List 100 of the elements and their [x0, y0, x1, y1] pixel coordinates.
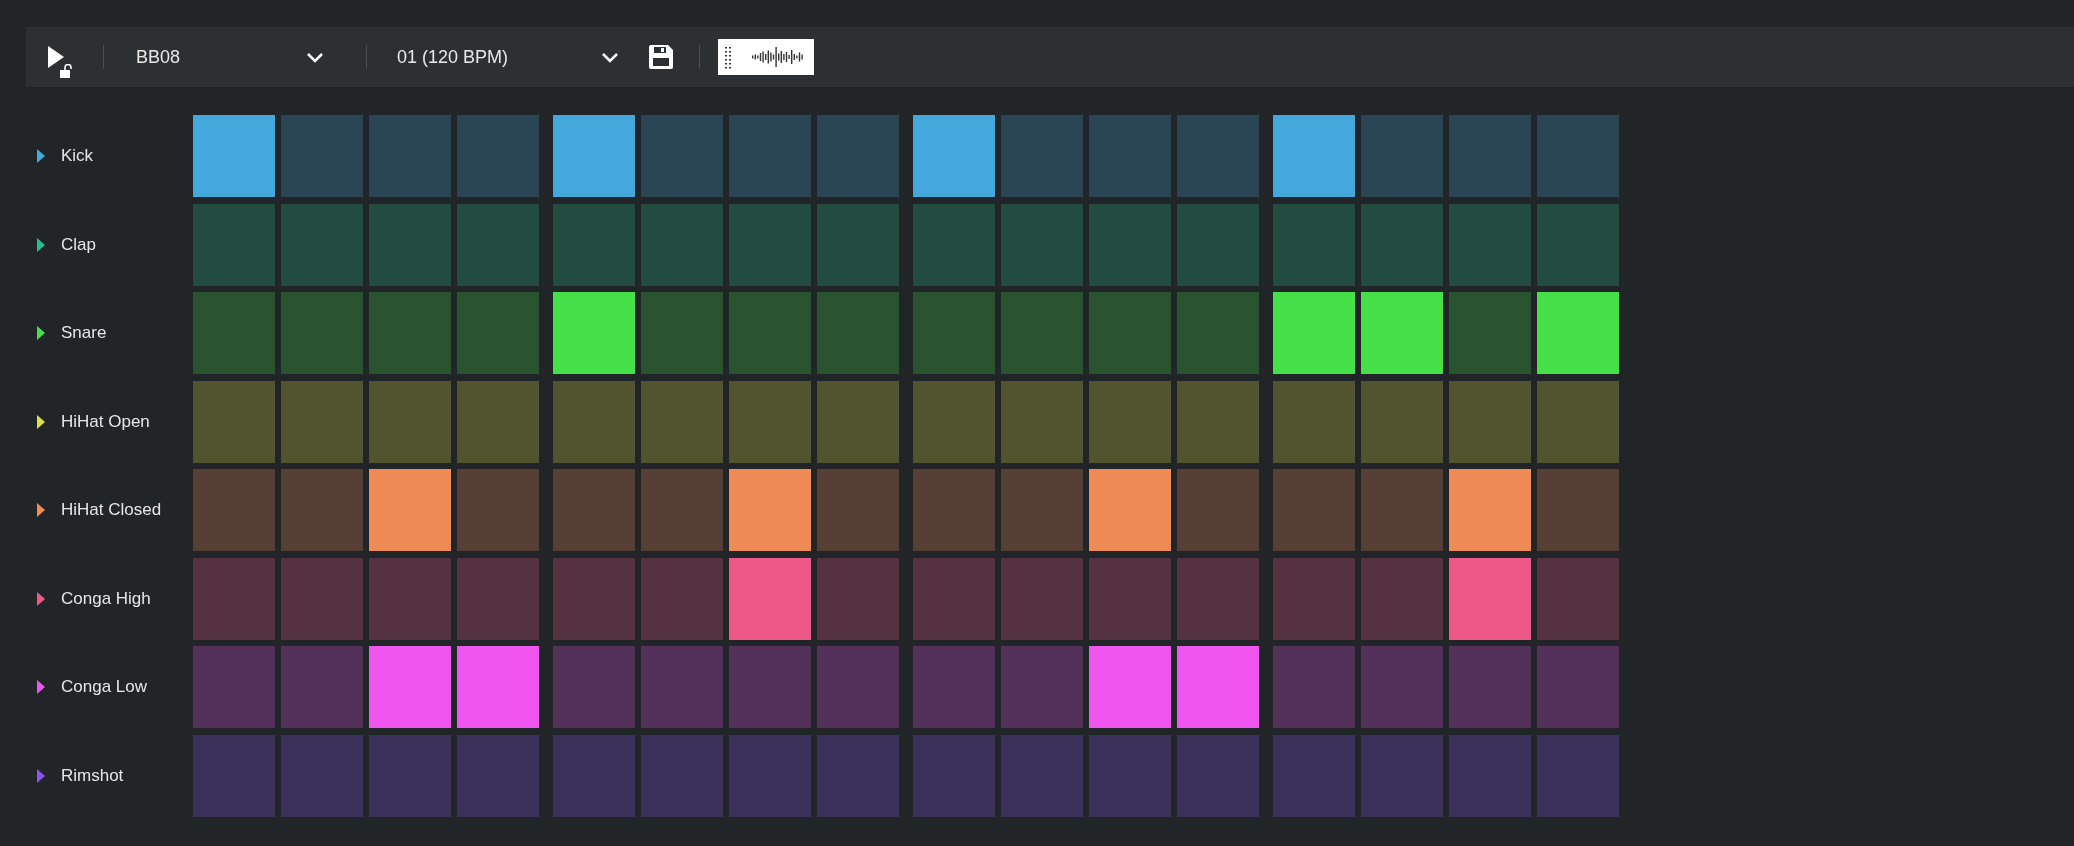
step-pad[interactable]: [641, 203, 723, 286]
step-pad[interactable]: [913, 734, 995, 817]
step-pad[interactable]: [817, 115, 899, 197]
step-pad[interactable]: [913, 292, 995, 374]
step-pad[interactable]: [913, 469, 995, 551]
active-step-pad[interactable]: [1449, 469, 1531, 551]
track-triangle-icon[interactable]: [37, 414, 45, 429]
active-step-pad[interactable]: [1273, 292, 1355, 374]
step-pad[interactable]: [457, 203, 539, 286]
track-triangle-icon[interactable]: [37, 326, 45, 340]
track-triangle-icon[interactable]: [37, 503, 45, 517]
step-pad[interactable]: [641, 734, 723, 817]
step-pad[interactable]: [1089, 115, 1171, 197]
step-pad[interactable]: [1089, 557, 1171, 640]
step-pad[interactable]: [1361, 557, 1443, 640]
step-pad[interactable]: [817, 469, 899, 551]
step-pad[interactable]: [1089, 380, 1171, 463]
waveform-button[interactable]: [718, 39, 814, 75]
step-pad[interactable]: [369, 292, 451, 374]
step-pad[interactable]: [1177, 557, 1259, 640]
step-pad[interactable]: [1001, 734, 1083, 817]
step-pad[interactable]: [1273, 380, 1355, 463]
track-triangle-icon[interactable]: [37, 591, 45, 606]
step-pad[interactable]: [1177, 115, 1259, 197]
step-pad[interactable]: [369, 115, 451, 197]
step-pad[interactable]: [193, 557, 275, 640]
step-pad[interactable]: [913, 646, 995, 728]
active-step-pad[interactable]: [369, 469, 451, 551]
active-step-pad[interactable]: [1089, 646, 1171, 728]
active-step-pad[interactable]: [913, 115, 995, 197]
step-pad[interactable]: [1089, 734, 1171, 817]
step-pad[interactable]: [1537, 646, 1619, 728]
step-pad[interactable]: [1177, 203, 1259, 286]
step-pad[interactable]: [1449, 734, 1531, 817]
step-pad[interactable]: [553, 469, 635, 551]
active-step-pad[interactable]: [553, 115, 635, 197]
step-pad[interactable]: [1361, 646, 1443, 728]
step-pad[interactable]: [817, 292, 899, 374]
step-pad[interactable]: [553, 380, 635, 463]
step-pad[interactable]: [817, 557, 899, 640]
step-pad[interactable]: [281, 646, 363, 728]
active-step-pad[interactable]: [193, 115, 275, 197]
step-pad[interactable]: [1537, 115, 1619, 197]
step-pad[interactable]: [553, 557, 635, 640]
step-pad[interactable]: [457, 557, 539, 640]
track-triangle-icon[interactable]: [37, 237, 45, 252]
step-pad[interactable]: [193, 469, 275, 551]
step-pad[interactable]: [281, 115, 363, 197]
step-pad[interactable]: [457, 734, 539, 817]
kit-dropdown[interactable]: BB08: [104, 43, 334, 71]
step-pad[interactable]: [1449, 292, 1531, 374]
step-pad[interactable]: [1177, 469, 1259, 551]
step-pad[interactable]: [1449, 646, 1531, 728]
step-pad[interactable]: [1537, 203, 1619, 286]
step-pad[interactable]: [641, 469, 723, 551]
step-pad[interactable]: [729, 734, 811, 817]
save-button[interactable]: [647, 43, 675, 71]
step-pad[interactable]: [457, 380, 539, 463]
active-step-pad[interactable]: [1537, 292, 1619, 374]
step-pad[interactable]: [1537, 734, 1619, 817]
step-pad[interactable]: [817, 734, 899, 817]
step-pad[interactable]: [1089, 203, 1171, 286]
active-step-pad[interactable]: [369, 646, 451, 728]
step-pad[interactable]: [1273, 646, 1355, 728]
step-pad[interactable]: [1537, 557, 1619, 640]
step-pad[interactable]: [913, 557, 995, 640]
step-pad[interactable]: [641, 557, 723, 640]
step-pad[interactable]: [1001, 646, 1083, 728]
step-pad[interactable]: [817, 203, 899, 286]
step-pad[interactable]: [1273, 203, 1355, 286]
step-pad[interactable]: [1177, 380, 1259, 463]
step-pad[interactable]: [281, 734, 363, 817]
step-pad[interactable]: [1361, 734, 1443, 817]
track-triangle-icon[interactable]: [37, 149, 45, 163]
step-pad[interactable]: [1273, 557, 1355, 640]
step-pad[interactable]: [1089, 292, 1171, 374]
step-pad[interactable]: [729, 380, 811, 463]
step-pad[interactable]: [1273, 469, 1355, 551]
step-pad[interactable]: [729, 115, 811, 197]
active-step-pad[interactable]: [1361, 292, 1443, 374]
step-pad[interactable]: [641, 646, 723, 728]
step-pad[interactable]: [1273, 734, 1355, 817]
step-pad[interactable]: [729, 646, 811, 728]
step-pad[interactable]: [281, 469, 363, 551]
step-pad[interactable]: [641, 292, 723, 374]
step-pad[interactable]: [1177, 292, 1259, 374]
step-pad[interactable]: [193, 380, 275, 463]
step-pad[interactable]: [1537, 380, 1619, 463]
step-pad[interactable]: [817, 646, 899, 728]
step-pad[interactable]: [913, 203, 995, 286]
active-step-pad[interactable]: [457, 646, 539, 728]
step-pad[interactable]: [369, 557, 451, 640]
step-pad[interactable]: [553, 646, 635, 728]
step-pad[interactable]: [193, 203, 275, 286]
pattern-dropdown[interactable]: 01 (120 BPM): [367, 43, 629, 71]
step-pad[interactable]: [1001, 557, 1083, 640]
step-pad[interactable]: [729, 292, 811, 374]
step-pad[interactable]: [1449, 380, 1531, 463]
active-step-pad[interactable]: [1449, 557, 1531, 640]
track-triangle-icon[interactable]: [37, 680, 45, 694]
